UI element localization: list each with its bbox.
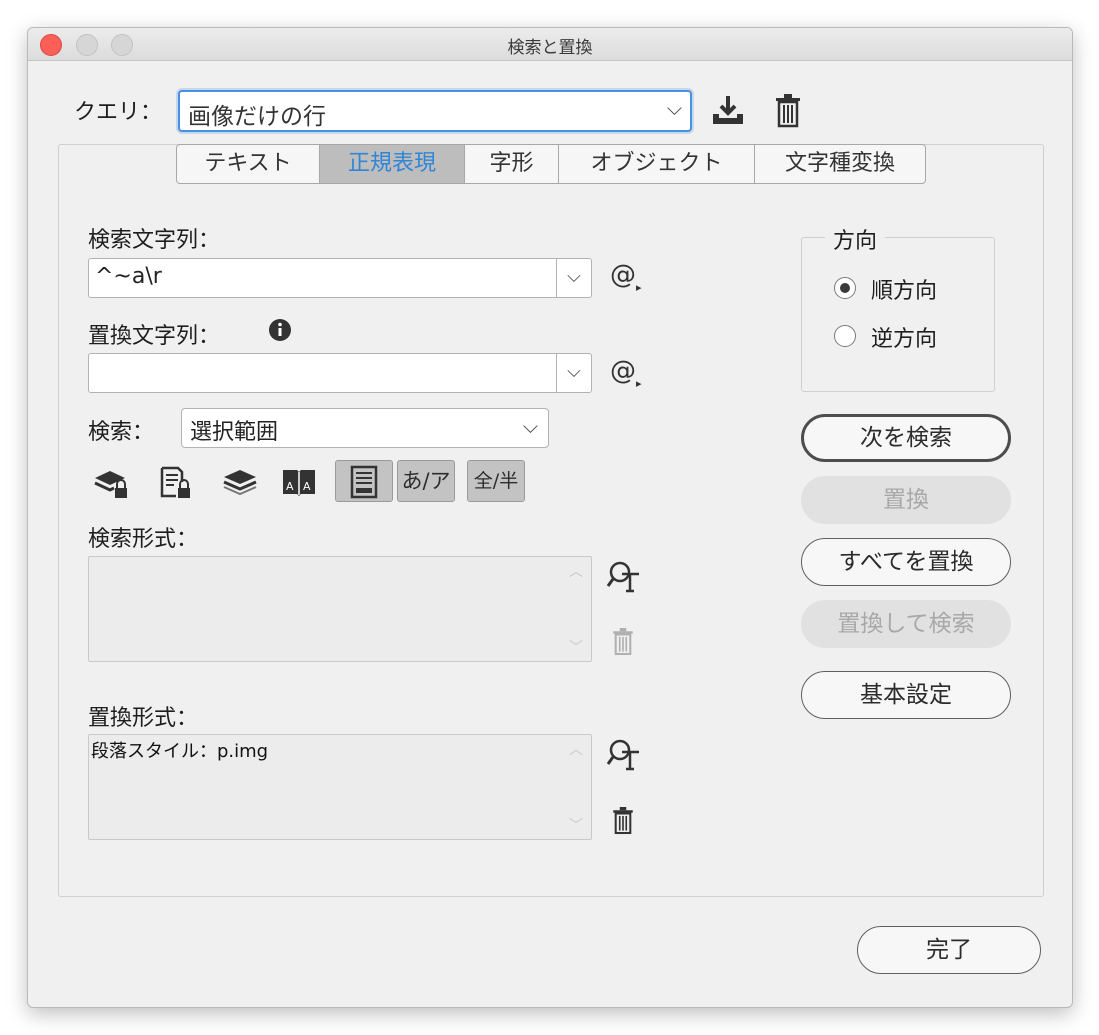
tab-object[interactable]: オブジェクト [559,145,755,183]
find-history-dropdown[interactable]: ⌵ [556,259,591,297]
svg-text:A: A [303,480,311,493]
delete-query-icon[interactable] [772,92,804,128]
kana-sensitive-toggle[interactable]: あ/ア [397,460,455,502]
info-icon[interactable] [268,318,292,342]
change-button[interactable]: 置換 [801,476,1011,524]
backward-label[interactable]: 逆方向 [871,321,937,353]
include-footnotes-icon[interactable] [335,460,393,502]
window-title: 検索と置換 [507,38,593,58]
change-format-label: 置換形式： [88,706,199,731]
query-select[interactable]: 画像だけの行 ⌵ [178,90,692,132]
find-what-field[interactable]: ^~a\r ⌵ [88,258,592,298]
find-format-box[interactable]: ︿ ﹀ [88,556,592,662]
specify-change-format-icon[interactable] [606,736,642,772]
tab-grep[interactable]: 正規表現 [320,145,465,183]
change-to-field[interactable]: ⌵ [88,353,592,393]
query-label: クエリ： [74,100,163,125]
change-format-value: 段落スタイル：p.img [91,741,269,762]
include-locked-layers-icon[interactable] [92,462,132,502]
chevron-down-icon: ⌵ [522,414,538,438]
scroll-down-icon[interactable]: ﹀ [569,637,583,657]
search-scope-label: 検索： [88,420,155,445]
scroll-up-icon[interactable]: ︿ [569,561,583,581]
change-to-label: 置換文字列： [88,324,221,349]
save-query-icon[interactable] [710,92,746,128]
specify-find-format-icon[interactable] [606,558,642,594]
special-characters-change-icon[interactable]: @▸ [610,356,642,390]
fewer-options-button[interactable]: 基本設定 [801,671,1011,719]
find-what-value: ^~a\r [95,264,162,289]
tab-text[interactable]: テキスト [177,145,320,183]
scroll-up-icon[interactable]: ︿ [569,739,583,759]
query-value: 画像だけの行 [188,104,326,130]
search-scope-value: 選択範囲 [190,420,279,445]
find-change-dialog: 検索と置換 クエリ： 画像だけの行 ⌵ テキスト 正規表現 字形 オブジェクト … [27,27,1073,1008]
tab-bar: テキスト 正規表現 字形 オブジェクト 文字種変換 [176,144,926,184]
direction-group [801,237,995,392]
change-find-button[interactable]: 置換して検索 [801,600,1011,648]
change-all-button[interactable]: すべてを置換 [801,538,1011,586]
include-master-pages-icon[interactable]: A A [279,462,319,502]
find-next-button[interactable]: 次を検索 [801,414,1011,462]
forward-label[interactable]: 順方向 [871,273,937,305]
chevron-down-icon: ⌵ [666,96,682,120]
find-format-label: 検索形式： [88,527,199,552]
special-characters-find-icon[interactable]: @▸ [610,260,642,294]
radio-forward[interactable] [834,277,856,299]
include-locked-stories-icon[interactable] [156,462,196,502]
radio-backward[interactable] [834,325,856,347]
svg-text:A: A [286,480,294,493]
done-button[interactable]: 完了 [857,926,1041,974]
find-what-label: 検索文字列： [88,228,221,253]
width-sensitive-toggle[interactable]: 全/半 [467,460,525,502]
search-scope-select[interactable]: 選択範囲 ⌵ [181,408,549,448]
scroll-down-icon[interactable]: ﹀ [569,815,583,835]
include-hidden-layers-icon[interactable] [220,462,260,502]
direction-title: 方向 [825,223,886,255]
tab-glyph[interactable]: 字形 [465,145,559,183]
change-history-dropdown[interactable]: ⌵ [556,354,591,392]
tab-transliterate[interactable]: 文字種変換 [755,145,925,183]
change-format-box[interactable]: 段落スタイル：p.img ︿ ﹀ [88,734,592,840]
clear-find-format-icon [610,626,636,656]
title-bar: 検索と置換 [28,28,1072,61]
clear-change-format-icon[interactable] [610,805,636,835]
